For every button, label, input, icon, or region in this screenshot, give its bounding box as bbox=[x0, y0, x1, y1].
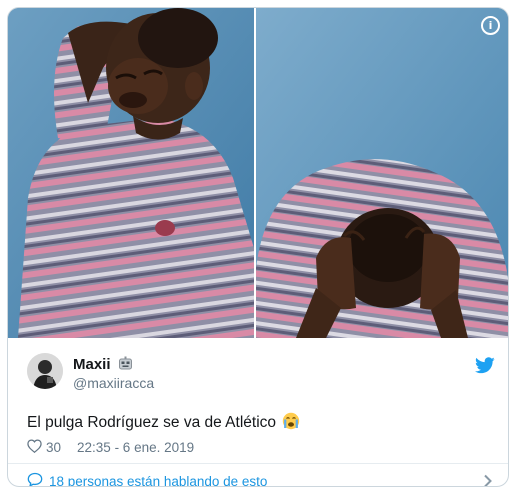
conversation-link[interactable]: 18 personas están hablando de esto bbox=[27, 471, 495, 487]
avatar[interactable] bbox=[27, 353, 63, 389]
tweet-timestamp[interactable]: 22:35 - 6 ene. 2019 bbox=[77, 440, 194, 455]
robot-face-icon bbox=[118, 356, 133, 375]
speech-bubble-icon bbox=[27, 472, 43, 486]
tweet-text: El pulga Rodríguez se va de Atlético bbox=[27, 414, 277, 431]
avatar-image bbox=[27, 353, 63, 389]
like-count[interactable]: 30 bbox=[46, 440, 61, 455]
tweet-meta: 30 22:35 - 6 ene. 2019 bbox=[27, 439, 194, 456]
conversation-label[interactable]: 18 personas están hablando de esto bbox=[49, 474, 267, 487]
author-handle[interactable]: @maxiiracca bbox=[73, 375, 154, 391]
author-name[interactable]: Maxii bbox=[73, 356, 111, 373]
crying-face-icon bbox=[282, 412, 300, 435]
twitter-bird-icon[interactable] bbox=[475, 357, 495, 379]
author-name-row[interactable]: Maxii bbox=[73, 356, 133, 375]
media-photo-right[interactable]: i bbox=[256, 8, 508, 338]
media-photo-left[interactable] bbox=[8, 8, 254, 338]
tweet-media[interactable]: i bbox=[8, 8, 508, 338]
heart-icon[interactable] bbox=[27, 439, 42, 456]
tweet-text-row: El pulga Rodríguez se va de Atlético bbox=[27, 412, 300, 435]
info-icon[interactable]: i bbox=[481, 16, 500, 35]
tweet-card[interactable]: i Maxii @maxiiracca El pulga Rodríguez s… bbox=[7, 7, 509, 487]
tweet-header: Maxii @maxiiracca bbox=[27, 353, 497, 393]
crying-child-image bbox=[8, 8, 254, 338]
chevron-right-icon[interactable] bbox=[483, 474, 493, 486]
head-in-hands-image bbox=[256, 8, 508, 338]
footer-divider bbox=[8, 463, 508, 464]
